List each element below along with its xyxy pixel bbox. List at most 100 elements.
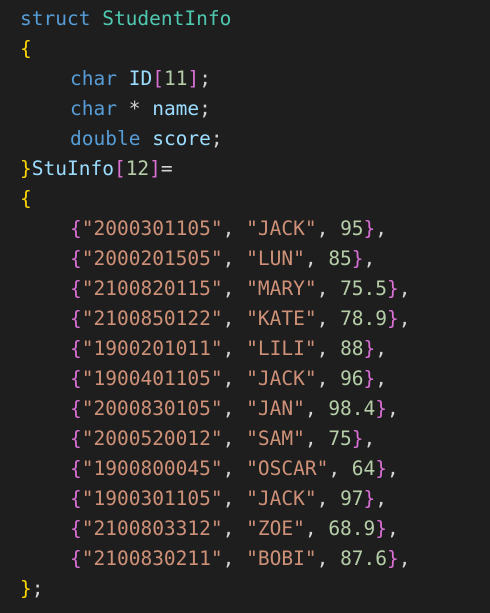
code-editor[interactable]: struct StudentInfo { char ID[11]; char *…: [0, 0, 490, 613]
record-line: {"2100830211", "BOBI", 87.6},: [70, 547, 411, 570]
record-line: {"2000520012", "SAM", 75},: [70, 427, 376, 450]
record-line: {"2100820115", "MARY", 75.5},: [70, 277, 411, 300]
code-line-init-open: {: [20, 184, 32, 214]
struct-open-brace: {: [20, 37, 32, 60]
record-line: {"2000301105", "JACK", 95},: [70, 217, 388, 240]
semicolon: ;: [199, 97, 211, 120]
pointer-star: *: [116, 97, 153, 120]
record-open-brace: {: [70, 397, 82, 420]
record-score: 96: [340, 367, 364, 390]
record-name: "BOBI": [246, 547, 317, 570]
record-name: "KATE": [246, 307, 317, 330]
record-score: 64: [351, 457, 376, 480]
field-type: char: [70, 67, 117, 90]
field-name: name: [152, 97, 200, 120]
record-score: 78.9: [340, 307, 388, 330]
record-close-brace: }: [387, 277, 399, 300]
init-close-brace: }: [20, 577, 32, 600]
record-name: "JAN": [246, 397, 305, 420]
final-semicolon: ;: [31, 577, 44, 600]
record-score: 97: [340, 487, 364, 510]
record-close-brace: }: [363, 217, 376, 240]
record-id: "2100830211": [81, 547, 223, 570]
record-open-brace: {: [70, 487, 82, 510]
struct-keyword: struct: [20, 7, 91, 30]
record-close-brace: }: [351, 427, 364, 450]
record-score: 98.4: [328, 397, 376, 420]
record-name: "JACK": [246, 367, 317, 390]
array-close-bracket: ]: [149, 157, 161, 180]
field-type: char: [70, 97, 117, 120]
record-name: "ZOE": [246, 517, 305, 540]
record-name: "JACK": [246, 217, 317, 240]
code-line-open-brace: {: [20, 34, 32, 64]
record-name: "MARY": [246, 277, 317, 300]
record-line: {"2000201505", "LUN", 85},: [70, 247, 376, 270]
record-score: 95: [340, 217, 364, 240]
record-close-brace: }: [363, 487, 376, 510]
record-name: "OSCAR": [246, 457, 329, 480]
init-open-brace: {: [20, 187, 32, 210]
record-close-brace: }: [375, 457, 388, 480]
record-close-brace: }: [387, 307, 399, 330]
record-open-brace: {: [70, 457, 82, 480]
record-line: {"2100850122", "KATE", 78.9},: [70, 307, 411, 330]
record-close-brace: }: [375, 397, 388, 420]
record-name: "SAM": [246, 427, 305, 450]
record-line: {"1900401105", "JACK", 96},: [70, 367, 388, 390]
record-name: "LILI": [246, 337, 317, 360]
record-id: "2100850122": [81, 307, 223, 330]
record-line: {"1900301105", "JACK", 97},: [70, 487, 388, 510]
code-line-struct-decl: struct StudentInfo: [20, 4, 231, 34]
record-id: "2000301105": [81, 217, 223, 240]
array-close-bracket: ]: [187, 67, 200, 90]
record-open-brace: {: [70, 307, 82, 330]
variable-name: StuInfo: [31, 157, 114, 180]
record-id: "1900301105": [81, 487, 223, 510]
code-line-var-decl: }StuInfo[12]=: [20, 154, 173, 184]
record-close-brace: }: [351, 247, 364, 270]
record-close-brace: }: [363, 367, 376, 390]
record-score: 88: [340, 337, 364, 360]
code-line-close: };: [20, 574, 44, 604]
struct-name: StudentInfo: [102, 7, 232, 30]
record-score: 68.9: [328, 517, 376, 540]
field-name: ID: [128, 67, 153, 90]
record-open-brace: {: [70, 247, 82, 270]
record-id: "1900401105": [81, 367, 223, 390]
record-open-brace: {: [70, 277, 82, 300]
record-close-brace: }: [363, 337, 376, 360]
record-id: "2000201505": [81, 247, 223, 270]
record-id: "2100803312": [81, 517, 223, 540]
array-size: 12: [125, 157, 150, 180]
record-score: 85: [328, 247, 352, 270]
field-name: score: [152, 127, 211, 150]
record-line: {"1900800045", "OSCAR", 64},: [70, 457, 399, 480]
semicolon: ;: [199, 67, 211, 90]
array-open-bracket: [: [152, 67, 164, 90]
code-line-field-score: double score;: [20, 124, 223, 154]
struct-close-brace: }: [20, 157, 32, 180]
code-line-field-name: char * name;: [20, 94, 211, 124]
code-line-field-id: char ID[11];: [20, 64, 211, 94]
record-close-brace: }: [387, 547, 399, 570]
record-name: "LUN": [246, 247, 305, 270]
record-score: 75.5: [340, 277, 388, 300]
assign-operator: =: [160, 157, 173, 180]
array-size: 11: [163, 67, 188, 90]
record-open-brace: {: [70, 337, 82, 360]
record-line: {"1900201011", "LILI", 88},: [70, 337, 388, 360]
record-open-brace: {: [70, 367, 82, 390]
record-open-brace: {: [70, 427, 82, 450]
record-line: {"2000830105", "JAN", 98.4},: [70, 397, 399, 420]
field-type: double: [70, 127, 141, 150]
record-open-brace: {: [70, 217, 82, 240]
array-open-bracket: [: [113, 157, 126, 180]
record-id: "2100820115": [81, 277, 223, 300]
record-open-brace: {: [70, 547, 82, 570]
record-close-brace: }: [375, 517, 388, 540]
record-id: "1900800045": [81, 457, 223, 480]
record-open-brace: {: [70, 517, 82, 540]
record-id: "2000830105": [81, 397, 223, 420]
record-line: {"2100803312", "ZOE", 68.9},: [70, 517, 399, 540]
